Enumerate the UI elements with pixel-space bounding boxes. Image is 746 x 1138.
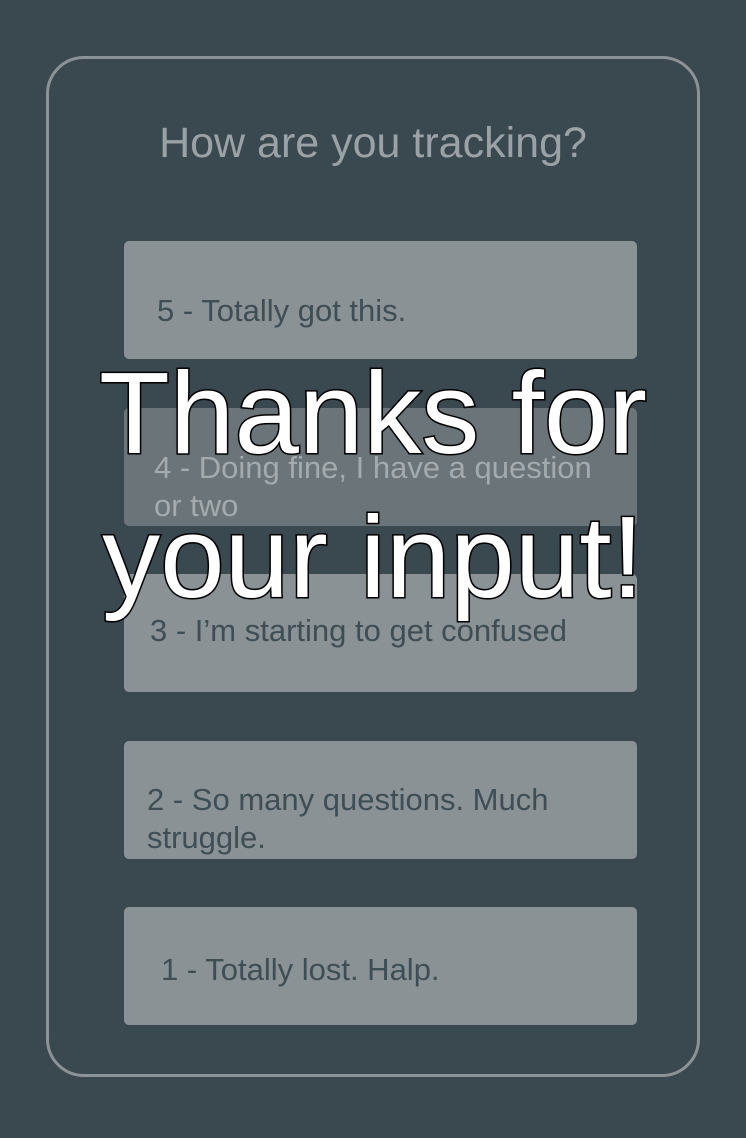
option-1-label: 1 - Totally lost. Halp. (161, 952, 440, 987)
option-2-button[interactable]: 2 - So many questions. Much struggle. (124, 741, 637, 859)
option-1-button[interactable]: 1 - Totally lost. Halp. (124, 907, 637, 1025)
survey-title: How are you tracking? (159, 119, 587, 167)
option-5-label: 5 - Totally got this. (157, 293, 407, 328)
thanks-overlay-message: Thanks for your input! (98, 347, 649, 624)
survey-screen: How are you tracking? 5 - Totally got th… (0, 0, 746, 1138)
option-2-label: 2 - So many questions. Much struggle. (147, 782, 549, 855)
